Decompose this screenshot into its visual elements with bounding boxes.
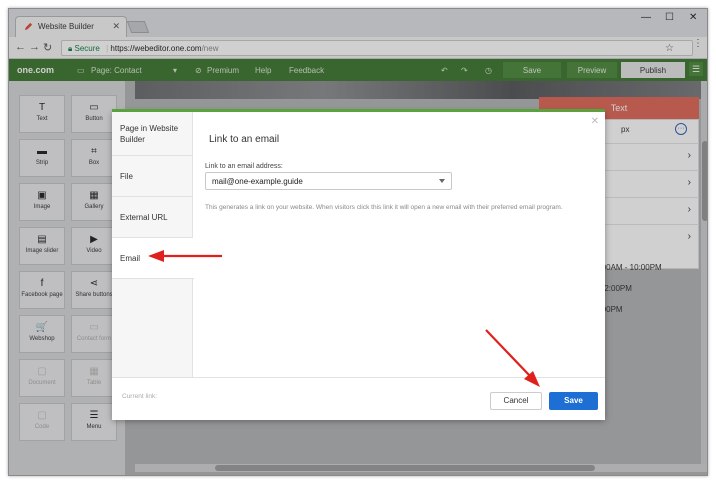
dialog-footer: Current link: Cancel Save (112, 377, 605, 420)
email-select[interactable]: mail@one-example.guide (205, 172, 452, 190)
save-button[interactable]: Save (549, 392, 598, 410)
help-text: This generates a link on your website. W… (205, 204, 563, 211)
browser-window: Website Builder ✕ — ☐ ✕ ← → ↻ 🔒︎ Secure … (8, 8, 708, 476)
link-dialog: Page in Website Builder File External UR… (112, 109, 605, 420)
email-field-label: Link to an email address: (205, 163, 283, 170)
cancel-button[interactable]: Cancel (490, 392, 542, 410)
chevron-down-icon (439, 179, 445, 183)
dialog-title: Link to an email (209, 134, 280, 145)
nav-file[interactable]: File (112, 156, 193, 197)
nav-email[interactable]: Email (112, 238, 194, 279)
email-value: mail@one-example.guide (212, 177, 303, 186)
nav-external-url[interactable]: External URL (112, 197, 193, 238)
current-link-label: Current link: (122, 393, 158, 400)
nav-page-in-website-builder[interactable]: Page in Website Builder (112, 112, 193, 156)
link-type-nav: Page in Website Builder File External UR… (112, 112, 194, 377)
close-icon[interactable]: ✕ (591, 116, 599, 127)
